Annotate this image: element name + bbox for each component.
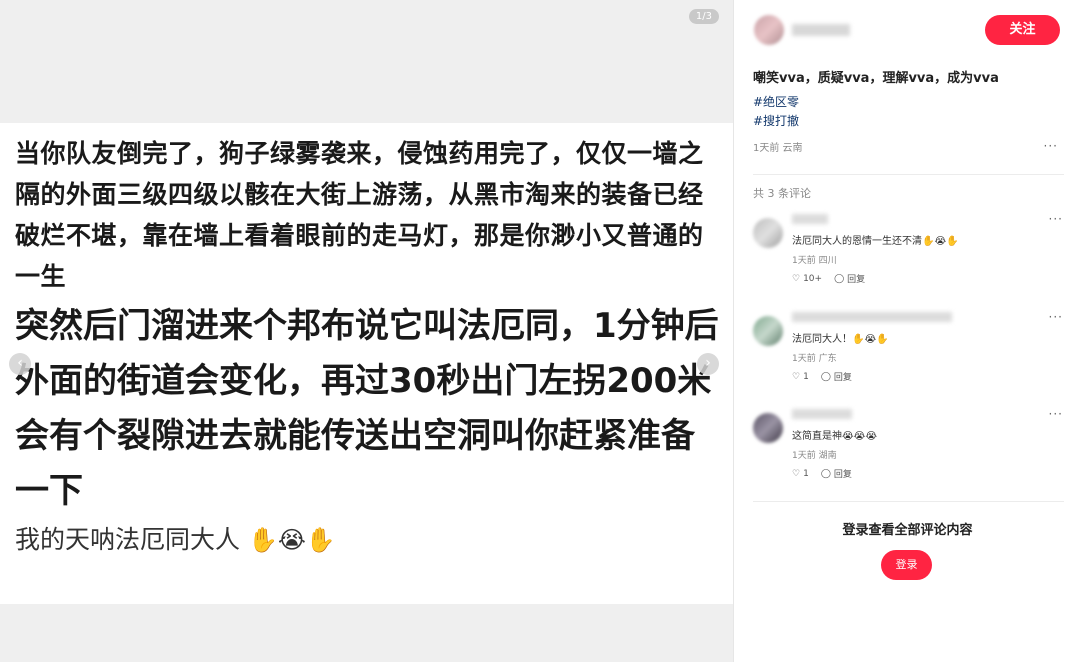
reply-label: 回复 bbox=[847, 275, 866, 285]
like-count: 1 bbox=[803, 371, 809, 382]
comment-actions: ♡ 10+ ◯ 回复 bbox=[792, 272, 866, 286]
image-text-3-row: 我的天呐法厄同大人 ✋😭✋ bbox=[15, 521, 733, 559]
login-prompt: 登录查看全部评论内容 bbox=[842, 523, 973, 538]
tag-link[interactable]: #绝区零 bbox=[753, 93, 799, 110]
comment-item: 这简直是神😭😭😭 1天前 湖南 ♡ 1 ◯ 回复 ··· bbox=[753, 407, 1063, 487]
more-icon[interactable]: ··· bbox=[1044, 139, 1058, 153]
note-meta: 1天前 云南 bbox=[753, 143, 803, 154]
more-icon[interactable]: ··· bbox=[1049, 407, 1063, 421]
like-button[interactable]: ♡ 1 bbox=[792, 467, 809, 480]
divider bbox=[753, 501, 1064, 502]
image-emoji: ✋😭✋ bbox=[247, 526, 336, 554]
more-icon[interactable]: ··· bbox=[1049, 212, 1063, 226]
chevron-right-icon: › bbox=[705, 355, 711, 371]
reply-label: 回复 bbox=[833, 373, 852, 383]
next-image-button[interactable]: › bbox=[697, 353, 719, 375]
comment-actions: ♡ 1 ◯ 回复 bbox=[792, 370, 852, 384]
like-button[interactable]: ♡ 1 bbox=[792, 370, 809, 383]
note-detail-panel: 关注 嘲笑vva，质疑vva，理解vva，成为vva #绝区零 #搜打撤 1天前… bbox=[733, 0, 1080, 662]
chevron-left-icon: ‹ bbox=[17, 355, 23, 371]
comment-text: 法厄同大人的恩情一生还不清✋😭✋ bbox=[792, 236, 959, 247]
comment-text: 法厄同大人！✋😭✋ bbox=[792, 334, 889, 345]
media-panel: 1/3 当你队友倒完了，狗子绿雾袭来，侵蚀药用完了，仅仅一墙之隔的外面三级四级以… bbox=[0, 0, 733, 662]
reply-button[interactable]: ◯ 回复 bbox=[820, 370, 852, 384]
comment-actions: ♡ 1 ◯ 回复 bbox=[792, 467, 852, 481]
comment-count: 共 3 条评论 bbox=[753, 187, 811, 200]
reply-label: 回复 bbox=[833, 470, 852, 480]
reply-button[interactable]: ◯ 回复 bbox=[834, 272, 866, 286]
comment-text: 这简直是神😭😭😭 bbox=[792, 431, 878, 442]
login-button[interactable]: 登录 bbox=[881, 550, 932, 580]
note-viewer: 1/3 当你队友倒完了，狗子绿雾袭来，侵蚀药用完了，仅仅一墙之隔的外面三级四级以… bbox=[0, 0, 1080, 662]
comment-item: 法厄同大人！✋😭✋ 1天前 广东 ♡ 1 ◯ 回复 ··· bbox=[753, 310, 1063, 390]
post-image: 当你队友倒完了，狗子绿雾袭来，侵蚀药用完了，仅仅一墙之隔的外面三级四级以骸在大街… bbox=[0, 123, 733, 604]
image-text-1: 当你队友倒完了，狗子绿雾袭来，侵蚀药用完了，仅仅一墙之隔的外面三级四级以骸在大街… bbox=[15, 139, 704, 291]
heart-icon: ♡ bbox=[792, 371, 801, 382]
image-text-2: 突然后门溜进来个邦布说它叫法厄同，1分钟后外面的街道会变化，再过30秒出门左拐2… bbox=[15, 306, 719, 511]
author-avatar[interactable] bbox=[754, 15, 784, 45]
comment-meta: 1天前 湖南 bbox=[792, 451, 837, 461]
note-title: 嘲笑vva，质疑vva，理解vva，成为vva bbox=[753, 71, 999, 86]
comment-icon: ◯ bbox=[834, 273, 845, 284]
comment-author-blurred[interactable] bbox=[792, 214, 828, 224]
like-button[interactable]: ♡ 10+ bbox=[792, 272, 822, 285]
comment-author-blurred[interactable] bbox=[792, 312, 952, 322]
like-count: 10+ bbox=[803, 273, 823, 284]
comment-meta: 1天前 广东 bbox=[792, 354, 837, 364]
comment-avatar[interactable] bbox=[753, 218, 783, 248]
comment-item: 法厄同大人的恩情一生还不清✋😭✋ 1天前 四川 ♡ 10+ ◯ 回复 ··· bbox=[753, 212, 1063, 292]
comment-avatar[interactable] bbox=[753, 413, 783, 443]
follow-button[interactable]: 关注 bbox=[985, 15, 1060, 45]
comment-icon: ◯ bbox=[820, 371, 831, 382]
heart-icon: ♡ bbox=[792, 468, 801, 479]
comment-icon: ◯ bbox=[820, 468, 831, 479]
comment-meta: 1天前 四川 bbox=[792, 256, 837, 266]
author-name-blurred[interactable] bbox=[792, 24, 850, 36]
reply-button[interactable]: ◯ 回复 bbox=[820, 467, 852, 481]
image-text-3: 我的天呐法厄同大人 bbox=[15, 525, 241, 554]
like-count: 1 bbox=[803, 468, 809, 479]
page-indicator: 1/3 bbox=[688, 9, 719, 24]
more-icon[interactable]: ··· bbox=[1049, 310, 1063, 324]
author[interactable] bbox=[754, 15, 850, 45]
tag-link[interactable]: #搜打撤 bbox=[753, 112, 799, 129]
comment-avatar[interactable] bbox=[753, 316, 783, 346]
divider bbox=[753, 174, 1064, 175]
prev-image-button[interactable]: ‹ bbox=[9, 353, 31, 375]
comment-author-blurred[interactable] bbox=[792, 409, 852, 419]
heart-icon: ♡ bbox=[792, 273, 801, 284]
